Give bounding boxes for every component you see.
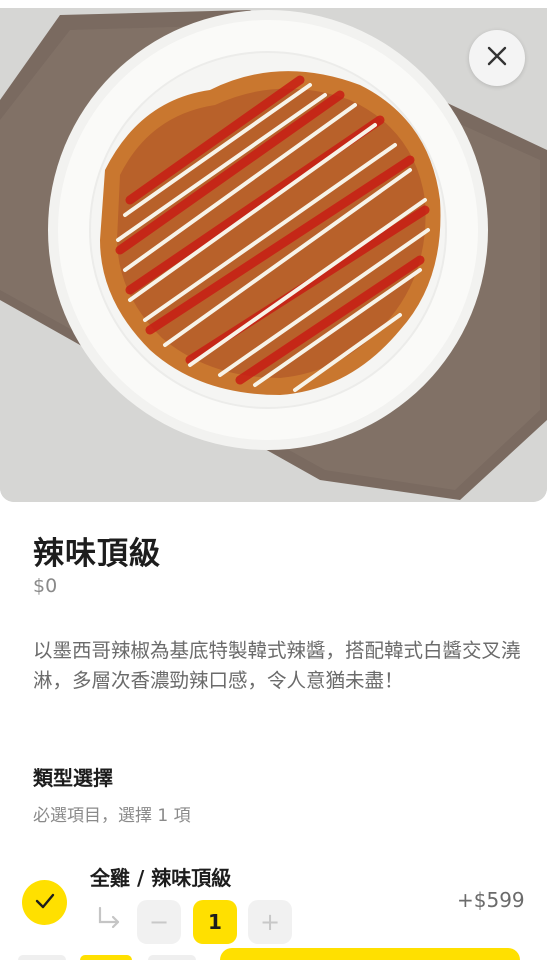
plus-icon: + — [259, 908, 281, 936]
product-description: 以墨西哥辣椒為基底特製韓式辣醬，搭配韓式白醬交叉澆淋，多層次香濃勁辣口感，令人意… — [33, 639, 521, 692]
option-price: +$599 — [457, 888, 525, 912]
add-to-cart-button[interactable] — [220, 948, 520, 960]
fried-chicken-photo — [0, 0, 547, 502]
quantity-increase-button[interactable]: + — [248, 900, 292, 944]
product-price: $0 — [33, 575, 58, 597]
sub-item-arrow-icon — [96, 906, 122, 932]
quantity-value: 1 — [193, 900, 237, 944]
status-strip — [0, 0, 547, 8]
bottom-bar-control — [80, 955, 132, 960]
close-icon — [487, 46, 507, 70]
bottom-bar-control — [148, 955, 196, 960]
checkmark-icon — [34, 890, 56, 916]
close-button[interactable] — [469, 30, 525, 86]
option-selected-checkbox[interactable] — [22, 880, 67, 925]
product-title: 辣味頂級 — [33, 536, 161, 572]
minus-icon: − — [148, 908, 170, 936]
options-section-subtitle: 必選項目，選擇 1 項 — [33, 806, 191, 826]
quantity-decrease-button[interactable]: − — [137, 900, 181, 944]
bottom-bar-control — [18, 955, 66, 960]
product-hero-image — [0, 0, 547, 502]
options-section-title: 類型選擇 — [33, 766, 113, 790]
option-label[interactable]: 全雞 / 辣味頂級 — [90, 862, 231, 891]
